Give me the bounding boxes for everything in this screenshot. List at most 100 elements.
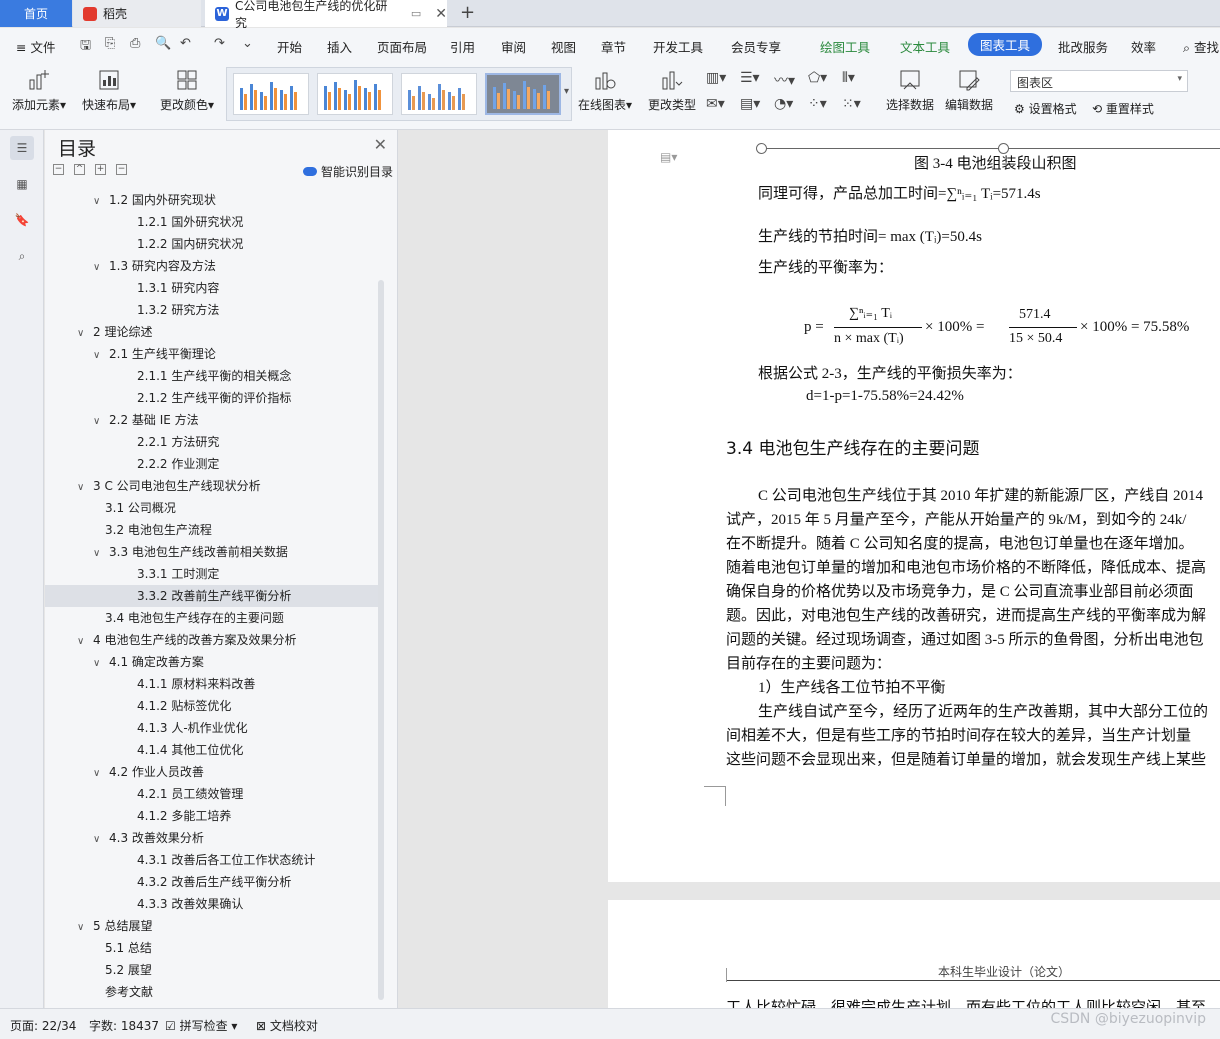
toc-item[interactable]: 4.3.1 改善后各工位工作状态统计	[45, 849, 378, 871]
tab-daoke[interactable]: 稻壳	[73, 0, 201, 27]
toc-item[interactable]: 3.2 电池包生产流程	[45, 519, 378, 541]
chevron-down-icon[interactable]: ∨	[77, 477, 89, 499]
spell-check-button[interactable]: ☑ 拼写检查 ▾	[165, 1017, 237, 1034]
toc-item[interactable]: ∨ 2 理论综述	[45, 321, 378, 343]
word-count[interactable]: 字数: 18437	[89, 1017, 159, 1034]
chart-element-select[interactable]: 图表区 ▾	[1010, 70, 1188, 92]
bar-chart-type-icon[interactable]: ▥▾	[706, 70, 726, 86]
search-panel-icon[interactable]: ⌕	[10, 244, 34, 268]
redo-icon[interactable]: ↷	[214, 36, 225, 51]
toc-item[interactable]: 4.3.3 改善效果确认	[45, 893, 378, 915]
toc-item[interactable]: ∨ 2.1 生产线平衡理论	[45, 343, 378, 365]
menu-member[interactable]: 会员专享	[731, 37, 781, 56]
toc-item[interactable]: 4.3.2 改善后生产线平衡分析	[45, 871, 378, 893]
save-icon[interactable]: 🖫	[80, 36, 91, 58]
proofread-button[interactable]: ⊠ 文档校对	[256, 1017, 318, 1034]
menu-correction-service[interactable]: 批改服务	[1058, 37, 1108, 56]
toc-panel-icon[interactable]: ☰	[10, 136, 34, 160]
online-chart-button[interactable]: 在线图表▾	[578, 68, 632, 113]
toc-item[interactable]: 4.1.2 多能工培养	[45, 805, 378, 827]
toc-item[interactable]: 1.3.2 研究方法	[45, 299, 378, 321]
toc-scrollbar[interactable]	[378, 280, 384, 1000]
toc-item[interactable]: ∨ 2.2 基础 IE 方法	[45, 409, 378, 431]
chevron-down-icon[interactable]: ∨	[77, 631, 89, 653]
change-color-button[interactable]: 更改颜色▾	[160, 68, 214, 113]
menu-view[interactable]: 视图	[551, 37, 576, 56]
menu-drawing-tools[interactable]: 绘图工具	[820, 37, 870, 56]
menu-review[interactable]: 审阅	[501, 37, 526, 56]
chevron-down-icon[interactable]: ∨	[93, 653, 105, 675]
toc-item[interactable]: 3.3.1 工时测定	[45, 563, 378, 585]
paragraph-handle-icon[interactable]: ▤▾	[660, 150, 677, 164]
menu-dev-tools[interactable]: 开发工具	[653, 37, 703, 56]
file-menu[interactable]: ≡ 文件	[16, 37, 55, 56]
menu-chart-tools[interactable]: 图表工具	[968, 33, 1043, 56]
toc-item[interactable]: 1.2.1 国外研究状况	[45, 211, 378, 233]
select-data-button[interactable]: 选择数据	[886, 68, 934, 113]
toc-item[interactable]: 1.3.1 研究内容	[45, 277, 378, 299]
bar-horizontal-type-icon[interactable]: ☰▾	[740, 70, 760, 86]
chevron-down-icon[interactable]: ∨	[77, 323, 89, 345]
print-icon[interactable]: ⎙	[130, 36, 140, 51]
toc-item[interactable]: ∨ 5 总结展望	[45, 915, 378, 937]
toc-item[interactable]: 5.1 总结	[45, 937, 378, 959]
gallery-more-icon[interactable]: ▾	[564, 86, 569, 97]
chart-style-4[interactable]	[485, 73, 561, 115]
toc-item[interactable]: 3.3.2 改善前生产线平衡分析	[45, 585, 378, 607]
toc-item[interactable]: 参考文献	[45, 981, 378, 1002]
toc-item[interactable]: 5.2 展望	[45, 959, 378, 981]
chart-style-1[interactable]	[233, 73, 309, 115]
toc-item[interactable]: 2.1.2 生产线平衡的评价指标	[45, 387, 378, 409]
menu-page-layout[interactable]: 页面布局	[377, 37, 427, 56]
undo-icon[interactable]: ↶	[180, 36, 191, 51]
pin-icon[interactable]: ▭	[411, 7, 421, 20]
more-chevron-icon[interactable]: ⌄	[242, 36, 253, 51]
chart-style-3[interactable]	[401, 73, 477, 115]
toc-item[interactable]: 3.4 电池包生产线存在的主要问题	[45, 607, 378, 629]
quick-layout-button[interactable]: 快速布局▾	[82, 68, 136, 113]
menu-efficiency[interactable]: 效率	[1131, 37, 1156, 56]
chevron-down-icon[interactable]: ∨	[93, 257, 105, 279]
toc-item[interactable]: ∨ 4.2 作业人员改善	[45, 761, 378, 783]
add-element-button[interactable]: 添加元素▾	[12, 68, 66, 113]
chart-style-2[interactable]	[317, 73, 393, 115]
area-chart-type-icon[interactable]: ✉▾	[706, 96, 725, 112]
chevron-down-icon[interactable]: ∨	[93, 345, 105, 367]
toc-item[interactable]: 4.2.1 员工绩效管理	[45, 783, 378, 805]
chevron-down-icon[interactable]: ∨	[93, 191, 105, 213]
toc-item[interactable]: ∨ 4 电池包生产线的改善方案及效果分析	[45, 629, 378, 651]
stock-chart-type-icon[interactable]: ⫴▾	[842, 70, 855, 86]
toc-item[interactable]: 3.1 公司概况	[45, 497, 378, 519]
toc-item[interactable]: 4.1.3 人-机作业优化	[45, 717, 378, 739]
toc-item[interactable]: ∨ 3.3 电池包生产线改善前相关数据	[45, 541, 378, 563]
toc-item[interactable]: ∨ 4.1 确定改善方案	[45, 651, 378, 673]
close-tab-icon[interactable]: ✕	[435, 6, 447, 22]
pie-chart-type-icon[interactable]: ◔▾	[774, 96, 793, 112]
chevron-down-icon[interactable]: ∨	[93, 411, 105, 433]
preview-icon[interactable]: 🔍	[155, 36, 171, 51]
set-format-button[interactable]: ⚙ 设置格式	[1014, 100, 1077, 117]
scatter-chart-type-icon[interactable]: ⁘▾	[808, 96, 827, 112]
bookmark-panel-icon[interactable]: 🔖	[10, 208, 34, 232]
toc-item[interactable]: ∨ 3 C 公司电池包生产线现状分析	[45, 475, 378, 497]
edit-data-button[interactable]: 编辑数据	[945, 68, 993, 113]
bubble-chart-type-icon[interactable]: ⁙▾	[842, 96, 861, 112]
move-up-icon[interactable]: ^	[74, 164, 85, 175]
toc-item[interactable]: 4.1.2 贴标签优化	[45, 695, 378, 717]
close-icon[interactable]: ✕	[374, 135, 387, 154]
tab-home[interactable]: 首页	[0, 0, 72, 27]
menu-reference[interactable]: 引用	[450, 37, 475, 56]
new-tab-button[interactable]: +	[460, 2, 475, 23]
tab-document[interactable]: W C公司电池包生产线的优化研究 ▭ ✕	[205, 0, 447, 30]
toc-item[interactable]: ∨ 4.3 改善效果分析	[45, 827, 378, 849]
toc-item[interactable]: 2.1.1 生产线平衡的相关概念	[45, 365, 378, 387]
menu-text-tools[interactable]: 文本工具	[900, 37, 950, 56]
line-chart-type-icon[interactable]: 〰▾	[774, 70, 795, 90]
toc-item[interactable]: 2.2.2 作业测定	[45, 453, 378, 475]
chapter-panel-icon[interactable]: ▦	[10, 172, 34, 196]
change-type-button[interactable]: 更改类型	[648, 68, 696, 113]
export-icon[interactable]: ⎘	[105, 36, 115, 51]
toc-item[interactable]: 1.2.2 国内研究状况	[45, 233, 378, 255]
toc-item[interactable]: 4.1.4 其他工位优化	[45, 739, 378, 761]
menu-chapter[interactable]: 章节	[601, 37, 626, 56]
